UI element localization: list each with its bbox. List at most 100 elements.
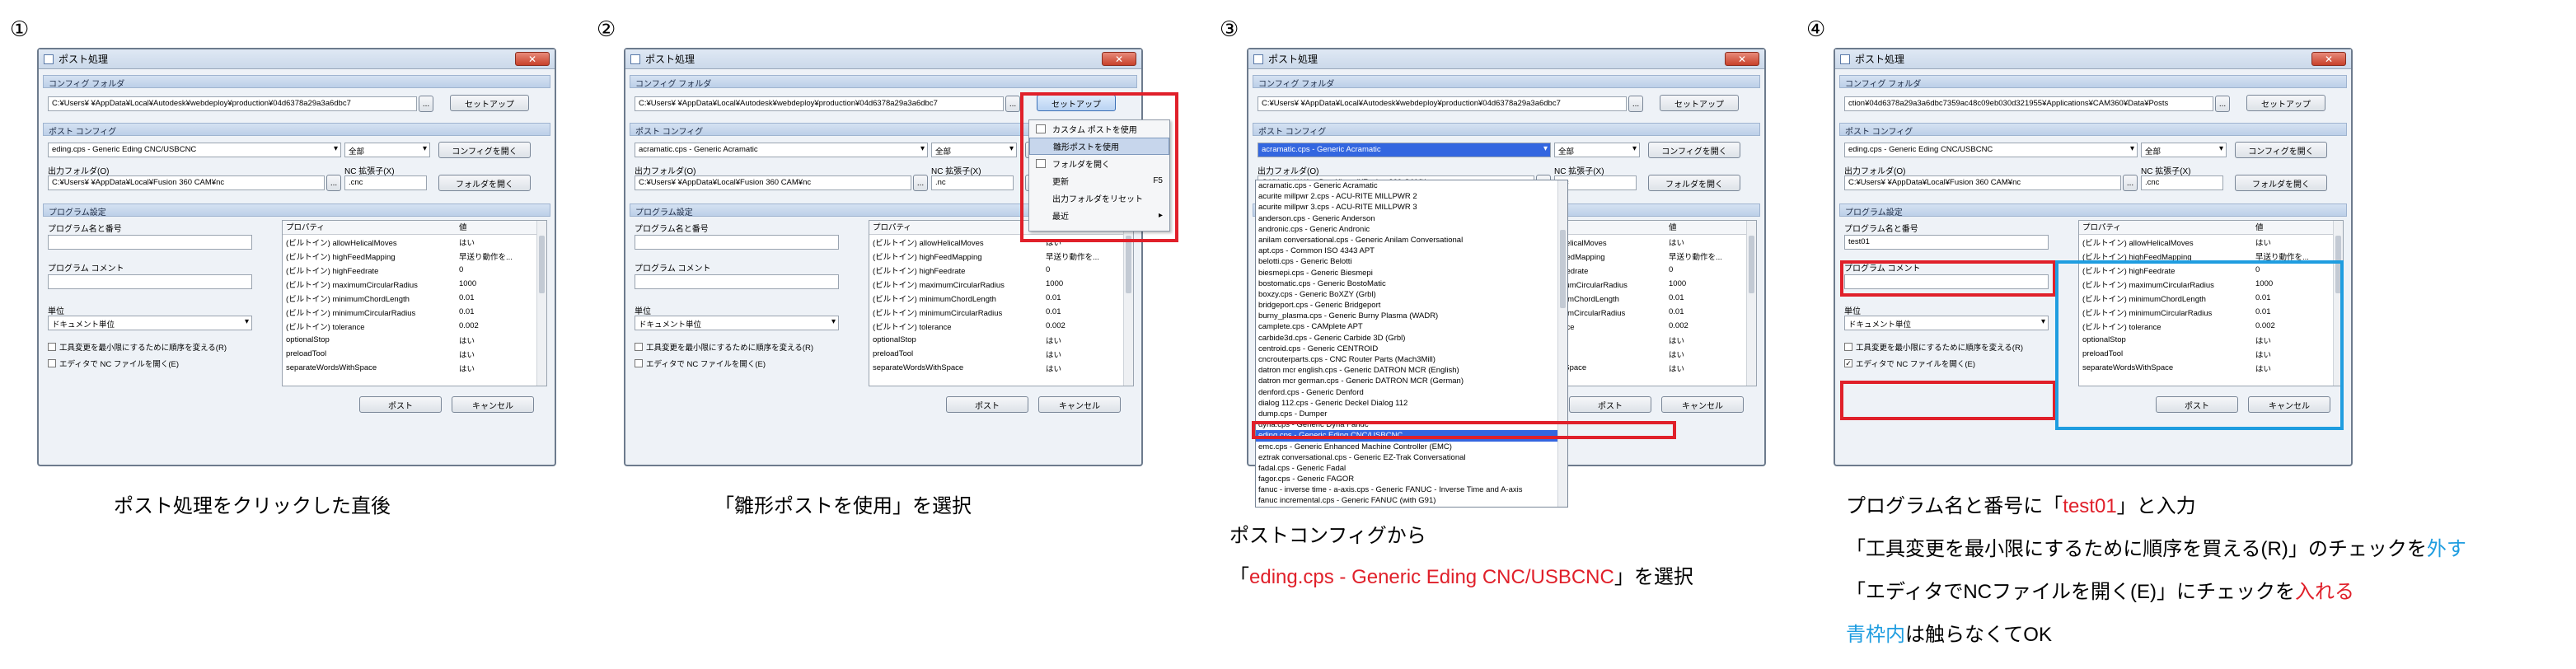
- unit-select[interactable]: ドキュメント単位: [1844, 316, 2049, 330]
- config-folder-field[interactable]: ction¥04d6378a29a3a6dbc7359ac48c09eb030d…: [1844, 96, 2213, 111]
- dropdown-option[interactable]: fadal.cps - Generic Fadal: [1256, 463, 1567, 474]
- output-folder-field[interactable]: C:¥Users¥ ¥AppData¥Local¥Fusion 360 CAM¥…: [48, 175, 325, 190]
- nc-extension-field[interactable]: .nc: [931, 175, 1014, 190]
- dialog-titlebar[interactable]: ポスト処理 ✕: [1248, 49, 1764, 69]
- config-folder-field[interactable]: C:¥Users¥ ¥AppData¥Local¥Autodesk¥webdep…: [635, 96, 1004, 111]
- tool-change-checkbox[interactable]: 工具変更を最小限にするために順序を変える(R): [1844, 341, 2023, 353]
- post-button[interactable]: ポスト: [946, 396, 1028, 413]
- close-button[interactable]: ✕: [515, 52, 550, 66]
- open-editor-checkbox[interactable]: ✓ エディタで NC ファイルを開く(E): [1844, 358, 1975, 369]
- post-config-select[interactable]: eding.cps - Generic Eding CNC/USBCNC: [48, 143, 341, 157]
- config-folder-browse-button[interactable]: ...: [1005, 96, 1020, 112]
- output-folder-browse-button[interactable]: ...: [2123, 175, 2138, 191]
- tool-change-checkbox[interactable]: 工具変更を最小限にするために順序を変える(R): [48, 341, 227, 353]
- output-folder-browse-button[interactable]: ...: [913, 175, 928, 191]
- open-folder-button[interactable]: フォルダを開く: [2235, 175, 2327, 191]
- unit-select[interactable]: ドキュメント単位: [48, 316, 252, 330]
- output-folder-browse-button[interactable]: ...: [326, 175, 341, 191]
- dropdown-option[interactable]: fanuc incremental.cps - Generic FANUC (w…: [1256, 495, 1567, 506]
- cancel-button[interactable]: キャンセル: [452, 396, 534, 413]
- dropdown-option[interactable]: bridgeport.cps - Generic Bridgeport: [1256, 300, 1567, 311]
- table-row[interactable]: preloadTool はい: [869, 347, 1133, 361]
- scrollbar[interactable]: [1123, 221, 1133, 386]
- dropdown-option[interactable]: camplete.cps - CAMplete APT: [1256, 321, 1567, 332]
- table-row[interactable]: optionalStop はい: [283, 333, 546, 347]
- dropdown-option[interactable]: apt.cps - Common ISO 4343 APT: [1256, 246, 1567, 256]
- cancel-button[interactable]: キャンセル: [1038, 396, 1121, 413]
- dropdown-option[interactable]: anderson.cps - Generic Anderson: [1256, 213, 1567, 224]
- dropdown-option[interactable]: cncrouterparts.cps - CNC Router Parts (M…: [1256, 354, 1567, 365]
- dropdown-option[interactable]: biesmepi.cps - Generic Biesmepi: [1256, 268, 1567, 278]
- table-row[interactable]: (ビルトイン) tolerance 0.002: [869, 319, 1133, 333]
- dropdown-option[interactable]: acramatic.cps - Generic Acramatic: [1256, 180, 1567, 191]
- scrollbar-thumb[interactable]: [1126, 236, 1131, 293]
- close-button[interactable]: ✕: [1102, 52, 1136, 66]
- dropdown-option[interactable]: fagor.cps - Generic FAGOR: [1256, 474, 1567, 484]
- checkbox-box[interactable]: [48, 343, 56, 351]
- dropdown-option[interactable]: datron mcr english.cps - Generic DATRON …: [1256, 365, 1567, 376]
- config-folder-field[interactable]: C:¥Users¥ ¥AppData¥Local¥Autodesk¥webdep…: [48, 96, 417, 111]
- post-button[interactable]: ポスト: [359, 396, 442, 413]
- table-row[interactable]: (ビルトイン) allowHelicalMoves はい: [2079, 235, 2343, 249]
- table-row[interactable]: (ビルトイン) minimumChordLength 0.01: [869, 291, 1133, 305]
- dropdown-option[interactable]: anilam conversational.cps - Generic Anil…: [1256, 235, 1567, 246]
- dropdown-option[interactable]: dump.cps - Dumper: [1256, 409, 1567, 419]
- post-filter-select[interactable]: 全部: [931, 143, 1017, 157]
- open-folder-button[interactable]: フォルダを開く: [438, 175, 531, 191]
- close-button[interactable]: ✕: [2311, 52, 2346, 66]
- open-config-button[interactable]: コンフィグを開く: [1648, 142, 1740, 158]
- scrollbar-thumb[interactable]: [539, 236, 545, 293]
- checkbox-box[interactable]: [635, 359, 643, 367]
- dropdown-option[interactable]: acurite millpwr 2.cps - ACU-RITE MILLPWR…: [1256, 191, 1567, 202]
- dialog-titlebar[interactable]: ポスト処理 ✕: [39, 49, 555, 69]
- scrollbar[interactable]: [1557, 180, 1567, 507]
- post-config-select[interactable]: acramatic.cps - Generic Acramatic: [1258, 143, 1551, 157]
- post-filter-select[interactable]: 全部: [1554, 143, 1640, 157]
- post-config-dropdown-list[interactable]: acramatic.cps - Generic Acramatic acurite…: [1255, 180, 1568, 508]
- dropdown-option[interactable]: fanuc - inverse time - a-axis.cps - Gene…: [1256, 484, 1567, 495]
- scrollbar-thumb[interactable]: [1560, 230, 1566, 308]
- config-folder-field[interactable]: C:¥Users¥ ¥AppData¥Local¥Autodesk¥webdep…: [1258, 96, 1627, 111]
- post-config-select[interactable]: acramatic.cps - Generic Acramatic: [635, 143, 928, 157]
- properties-table[interactable]: プロパティ値 (ビルトイン) allowHelicalMovesはい(ビルトイン…: [282, 220, 547, 386]
- checkbox-box[interactable]: [1844, 343, 1852, 351]
- table-row[interactable]: (ビルトイン) maximumCircularRadius 1000: [869, 277, 1133, 291]
- open-editor-checkbox[interactable]: エディタで NC ファイルを開く(E): [48, 358, 179, 369]
- program-comment-field[interactable]: [48, 274, 252, 289]
- post-filter-select[interactable]: 全部: [2141, 143, 2227, 157]
- output-folder-field[interactable]: C:¥Users¥ ¥AppData¥Local¥Fusion 360 CAM¥…: [1844, 175, 2121, 190]
- table-row[interactable]: (ビルトイン) highFeedMapping 早送り動作を...: [283, 249, 546, 263]
- table-row[interactable]: (ビルトイン) minimumCircularRadius 0.01: [869, 305, 1133, 319]
- dropdown-option[interactable]: burny_plasma.cps - Generic Burny Plasma …: [1256, 311, 1567, 321]
- config-folder-browse-button[interactable]: ...: [419, 96, 433, 112]
- checkbox-box[interactable]: [48, 359, 56, 367]
- dropdown-option[interactable]: emc.cps - Generic Enhanced Machine Contr…: [1256, 442, 1567, 452]
- open-config-button[interactable]: コンフィグを開く: [438, 142, 531, 158]
- dropdown-option[interactable]: belotti.cps - Generic Belotti: [1256, 256, 1567, 267]
- close-button[interactable]: ✕: [1725, 52, 1759, 66]
- dropdown-option[interactable]: dialog 112.cps - Generic Deckel Dialog 1…: [1256, 398, 1567, 409]
- setup-button[interactable]: セットアップ: [450, 95, 529, 111]
- program-name-field[interactable]: [635, 235, 839, 250]
- scrollbar[interactable]: [536, 221, 546, 386]
- scrollbar[interactable]: [1746, 221, 1756, 386]
- table-row[interactable]: (ビルトイン) highFeedrate 0: [869, 263, 1133, 277]
- program-name-field[interactable]: test01: [1844, 235, 2049, 250]
- dropdown-option[interactable]: eztrak conversational.cps - Generic EZ-T…: [1256, 452, 1567, 463]
- post-config-select[interactable]: eding.cps - Generic Eding CNC/USBCNC: [1844, 143, 2138, 157]
- open-config-button[interactable]: コンフィグを開く: [2235, 142, 2327, 158]
- open-editor-checkbox[interactable]: エディタで NC ファイルを開く(E): [635, 358, 766, 369]
- dropdown-option[interactable]: boxzy.cps - Generic BoXZY (Grbl): [1256, 289, 1567, 300]
- post-filter-select[interactable]: 全部: [344, 143, 430, 157]
- dropdown-option[interactable]: datron mcr german.cps - Generic DATRON M…: [1256, 376, 1567, 386]
- table-row[interactable]: (ビルトイン) tolerance 0.002: [283, 319, 546, 333]
- checkmark-icon[interactable]: ✓: [1844, 359, 1852, 367]
- dropdown-option[interactable]: andronic.cps - Generic Andronic: [1256, 224, 1567, 235]
- dropdown-option[interactable]: carbide3d.cps - Generic Carbide 3D (Grbl…: [1256, 333, 1567, 344]
- program-comment-field[interactable]: [635, 274, 839, 289]
- scrollbar-thumb[interactable]: [1749, 236, 1754, 293]
- dialog-titlebar[interactable]: ポスト処理 ✕: [625, 49, 1141, 69]
- dialog-titlebar[interactable]: ポスト処理 ✕: [1835, 49, 2351, 69]
- table-row[interactable]: (ビルトイン) maximumCircularRadius 1000: [283, 277, 546, 291]
- output-folder-field[interactable]: C:¥Users¥ ¥AppData¥Local¥Fusion 360 CAM¥…: [635, 175, 911, 190]
